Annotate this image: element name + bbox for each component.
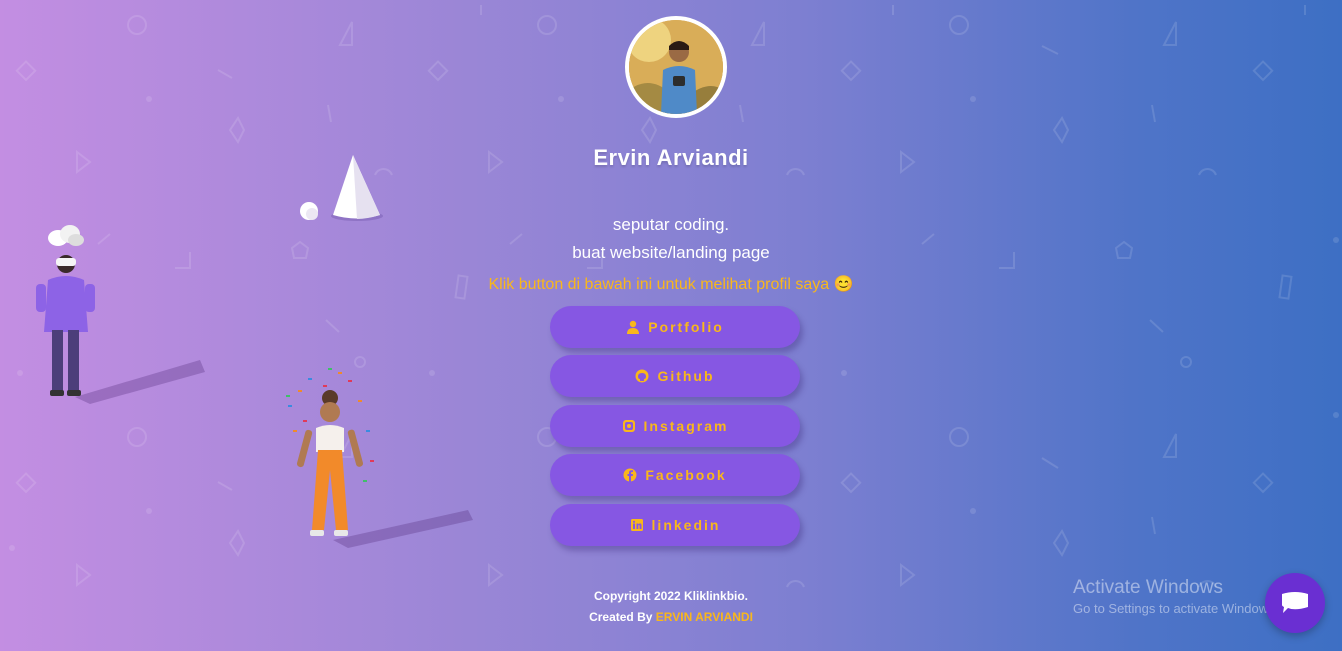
portfolio-button[interactable]: Portfolio xyxy=(550,306,800,348)
avatar xyxy=(625,16,727,118)
watermark-title: Activate Windows xyxy=(1073,577,1223,598)
windows-activation-watermark: Activate Windows Go to Settings to activ… xyxy=(1073,577,1278,616)
linkedin-button-label: linkedin xyxy=(651,517,721,533)
author-link[interactable]: ERVIN ARVIANDI xyxy=(656,610,753,624)
chat-button[interactable] xyxy=(1265,573,1325,633)
github-button-label: Github xyxy=(657,368,715,384)
avatar-photo xyxy=(629,20,723,114)
facebook-button[interactable]: Facebook xyxy=(550,454,800,496)
instruction-text: Klik button di bawah ini untuk melihat p… xyxy=(488,276,854,293)
chat-icon xyxy=(1282,592,1308,613)
profile-card: Ervin Arviandi seputar coding. buat webs… xyxy=(0,0,1342,651)
created-by-label: Created By xyxy=(589,610,653,624)
portfolio-button-label: Portfolio xyxy=(648,319,724,335)
github-icon xyxy=(635,369,649,383)
instagram-icon xyxy=(622,420,635,432)
bio-line-1: seputar coding. xyxy=(612,215,730,234)
user-icon xyxy=(627,320,640,334)
instagram-button-label: Instagram xyxy=(643,418,729,434)
profile-name: Ervin Arviandi xyxy=(593,145,749,170)
github-button[interactable]: Github xyxy=(550,355,800,397)
facebook-icon xyxy=(623,468,637,482)
facebook-button-label: Facebook xyxy=(645,467,727,483)
bio-line-2: buat website/landing page xyxy=(572,243,770,262)
instagram-button[interactable]: Instagram xyxy=(550,405,800,447)
linkedin-button[interactable]: linkedin xyxy=(550,504,800,546)
linkedin-icon xyxy=(630,519,643,531)
watermark-subtitle: Go to Settings to activate Windows. xyxy=(1073,601,1279,616)
